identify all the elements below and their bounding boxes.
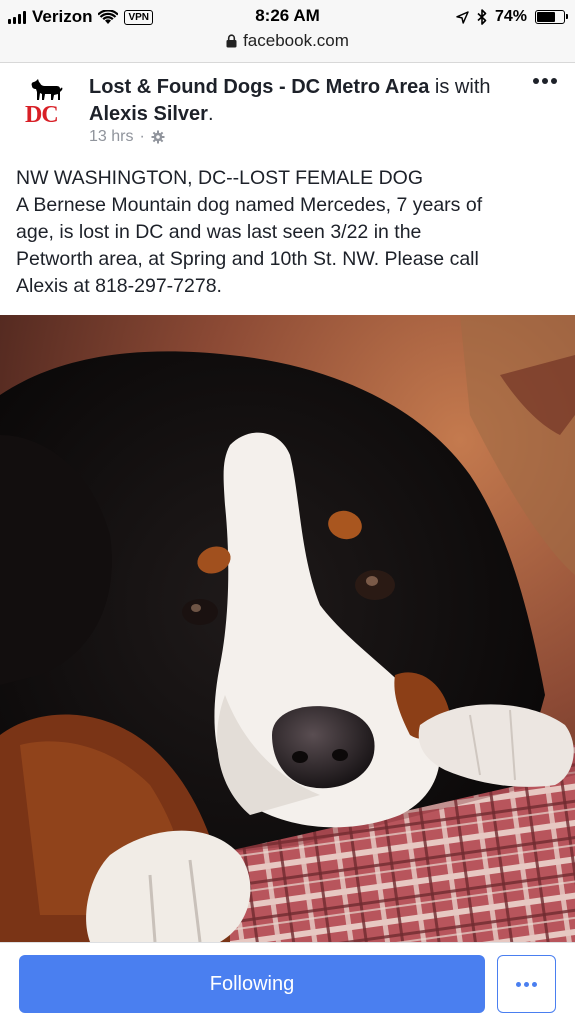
gear-icon bbox=[151, 130, 165, 144]
post-timestamp[interactable]: 13 hrs bbox=[89, 128, 133, 146]
period-text: . bbox=[207, 103, 214, 125]
lock-icon bbox=[226, 34, 237, 48]
meta-separator: · bbox=[139, 128, 145, 145]
following-button[interactable]: Following bbox=[19, 955, 485, 1013]
dog-photo bbox=[0, 315, 575, 942]
connector-text: is with bbox=[429, 76, 491, 98]
post-text-line: NW WASHINGTON, DC--LOST FEMALE DOG bbox=[16, 167, 423, 189]
page-name-link[interactable]: Lost & Found Dogs - DC Metro Area bbox=[89, 76, 429, 98]
tagged-user-link[interactable]: Alexis Silver bbox=[89, 103, 208, 125]
post-text-line: Petworth area, at Spring and 10th St. NW… bbox=[16, 248, 479, 270]
url-text[interactable]: facebook.com bbox=[243, 31, 349, 51]
post-text-line: age, is lost in DC and was last seen 3/2… bbox=[16, 221, 422, 243]
more-options-icon[interactable] bbox=[533, 78, 557, 84]
post-header: DC Lost & Found Dogs - DC Metro Area is … bbox=[0, 62, 575, 162]
status-bar: Verizon VPN 8:26 AM 74% facebook.com bbox=[0, 0, 575, 63]
status-right: 74% bbox=[456, 6, 568, 28]
post-text-line: A Bernese Mountain dog named Mercedes, 7… bbox=[16, 194, 483, 216]
action-bar: Following bbox=[0, 942, 575, 1025]
dog-silhouette-icon bbox=[31, 79, 63, 100]
post-author-line: Lost & Found Dogs - DC Metro Area is wit… bbox=[89, 74, 509, 128]
post-body: NW WASHINGTON, DC--LOST FEMALE DOG A Ber… bbox=[16, 165, 561, 300]
more-actions-button[interactable] bbox=[497, 955, 556, 1013]
page-avatar[interactable]: DC bbox=[16, 72, 74, 130]
bluetooth-icon bbox=[477, 9, 487, 25]
location-arrow-icon bbox=[456, 10, 469, 24]
url-bar[interactable]: facebook.com bbox=[0, 31, 575, 51]
post-meta: 13 hrs · bbox=[89, 128, 165, 146]
battery-percent: 74% bbox=[494, 8, 527, 25]
battery-icon bbox=[535, 10, 568, 24]
post-text-line: Alexis at 818-297-7278. bbox=[16, 275, 222, 297]
post-photo[interactable] bbox=[0, 315, 575, 942]
avatar-dc-text: DC bbox=[25, 102, 59, 128]
